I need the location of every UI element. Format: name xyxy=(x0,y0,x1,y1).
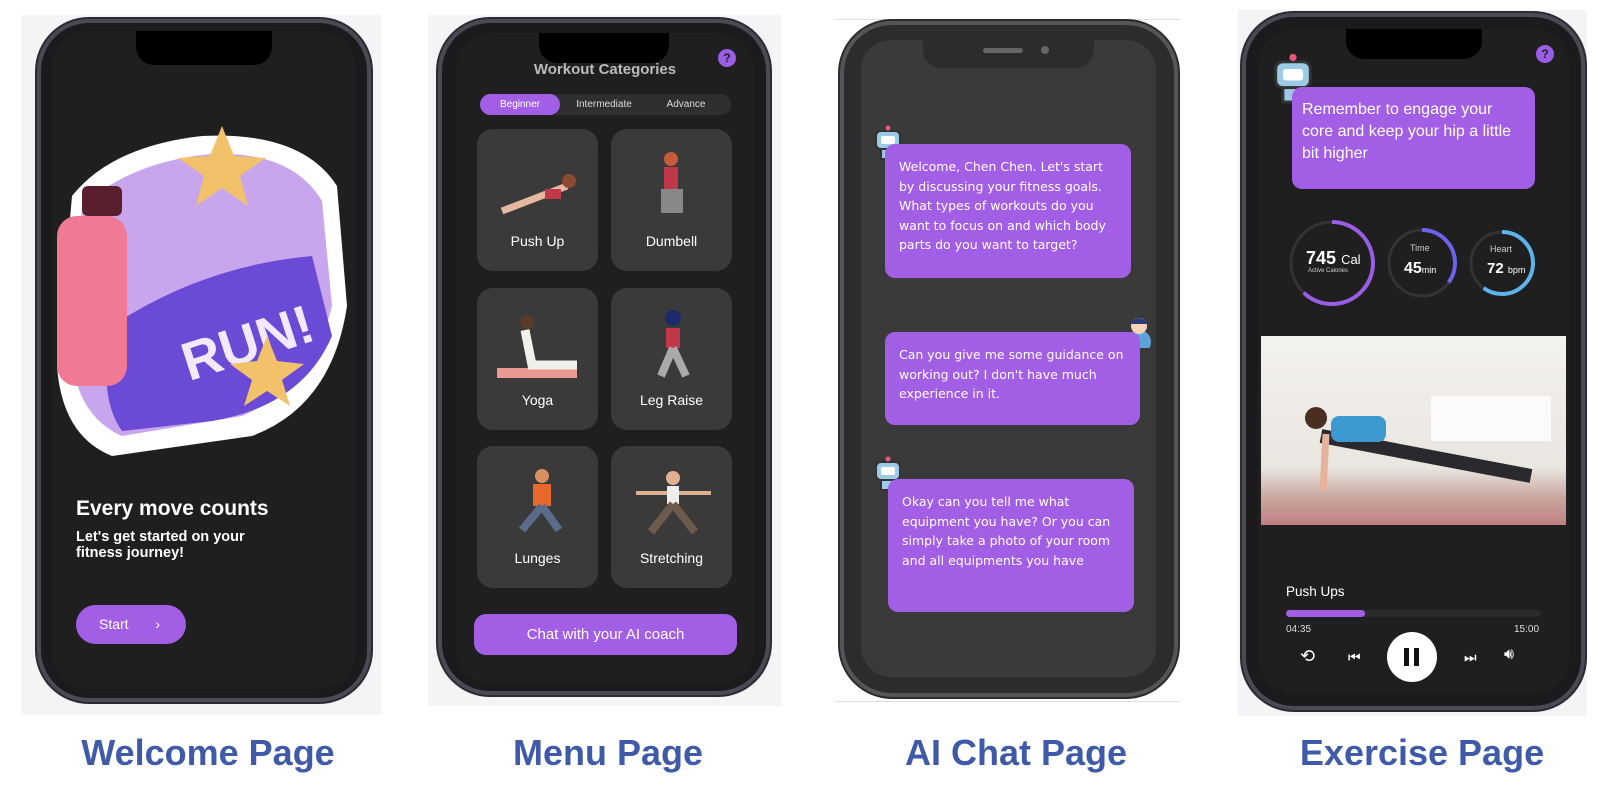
run-shoe-illustration: RUN! xyxy=(57,126,347,457)
notch xyxy=(923,40,1094,68)
card-yoga[interactable]: Yoga xyxy=(477,288,598,430)
dumbell-figure xyxy=(661,152,683,213)
heart-label: Heart xyxy=(1490,244,1513,254)
time-label: Time xyxy=(1410,243,1430,253)
volume-icon[interactable]: 🔊︎ xyxy=(1504,646,1514,664)
menu-screen: Workout Categories ? Beginner Intermedia… xyxy=(456,33,754,684)
repeat-icon[interactable]: ⟲ xyxy=(1300,646,1315,667)
notch xyxy=(136,31,272,65)
lunges-figure xyxy=(518,469,563,533)
notch xyxy=(539,33,669,63)
user-message: Can you give me some guidance on working… xyxy=(885,332,1140,425)
card-label: Yoga xyxy=(521,392,554,408)
tab-intermediate[interactable]: Intermediate xyxy=(564,94,644,115)
card-label: Dumbell xyxy=(645,233,698,249)
notch xyxy=(1346,29,1482,59)
card-leg-raise[interactable]: Leg Raise xyxy=(611,288,732,430)
time-value: 45min xyxy=(1404,260,1437,277)
card-dumbell[interactable]: Dumbell xyxy=(611,129,732,271)
chat-with-ai-coach-button[interactable]: Chat with your AI coach xyxy=(474,614,737,655)
start-label: Start xyxy=(99,616,129,632)
menu-caption: Menu Page xyxy=(512,732,704,773)
page-title: Workout Categories xyxy=(533,61,677,78)
pause-button[interactable] xyxy=(1387,632,1437,682)
calories-label: Active Calories xyxy=(1308,268,1349,274)
difficulty-tabs: Beginner Intermediate Advance xyxy=(480,94,731,115)
speaker xyxy=(983,48,1023,53)
card-label: Leg Raise xyxy=(639,392,704,408)
exercise-progress-bar[interactable] xyxy=(1286,610,1541,617)
progress-fill xyxy=(1286,610,1366,617)
push-up-figure xyxy=(500,174,576,215)
heart-value: 72 bpm xyxy=(1487,260,1526,277)
tab-advance[interactable]: Advance xyxy=(646,94,726,115)
headline: Every move counts xyxy=(76,497,269,520)
push-up-video-frame xyxy=(1305,396,1551,492)
exercise-caption: Exercise Page xyxy=(1299,732,1545,773)
help-button[interactable]: ? xyxy=(1536,45,1554,63)
ai-message: Okay can you tell me what equipment you … xyxy=(888,479,1134,612)
pause-icon-bar xyxy=(1414,648,1419,666)
welcome-caption: Welcome Page xyxy=(81,732,335,773)
card-label: Push Up xyxy=(510,233,565,249)
help-button[interactable]: ? xyxy=(718,49,736,67)
exercise-name: Push Ups xyxy=(1286,584,1345,599)
card-label: Stretching xyxy=(639,550,704,566)
card-stretching[interactable]: Stretching xyxy=(611,446,732,588)
yoga-figure xyxy=(497,315,577,378)
elapsed-time: 04:35 xyxy=(1286,624,1312,635)
card-lunges[interactable]: Lunges xyxy=(477,446,598,588)
total-time: 15:00 xyxy=(1514,624,1540,635)
next-icon[interactable]: ⏭ xyxy=(1464,649,1477,666)
card-label: Lunges xyxy=(514,550,561,566)
coach-message: Remember to engage your core and keep yo… xyxy=(1292,87,1535,189)
subtitle: Let's get started on your fitness journe… xyxy=(76,529,245,561)
chevron-right-icon: › xyxy=(155,616,160,632)
welcome-screen: RUN! Every move counts Let's get started… xyxy=(52,31,355,689)
calories-value: 745 Cal xyxy=(1306,248,1361,268)
ai-message: Welcome, Chen Chen. Let's start by discu… xyxy=(885,144,1131,278)
start-button[interactable]: Start › xyxy=(76,605,186,644)
exercise-video[interactable] xyxy=(1261,336,1566,525)
tab-beginner[interactable]: Beginner xyxy=(480,94,560,115)
pause-icon xyxy=(1404,648,1409,666)
chat-caption: AI Chat Page xyxy=(904,732,1128,773)
leg-raise-figure xyxy=(657,310,690,378)
previous-icon[interactable]: ⏮ xyxy=(1348,649,1361,666)
camera xyxy=(1041,46,1049,54)
stretching-figure xyxy=(636,471,711,535)
card-push-up[interactable]: Push Up xyxy=(477,129,598,271)
